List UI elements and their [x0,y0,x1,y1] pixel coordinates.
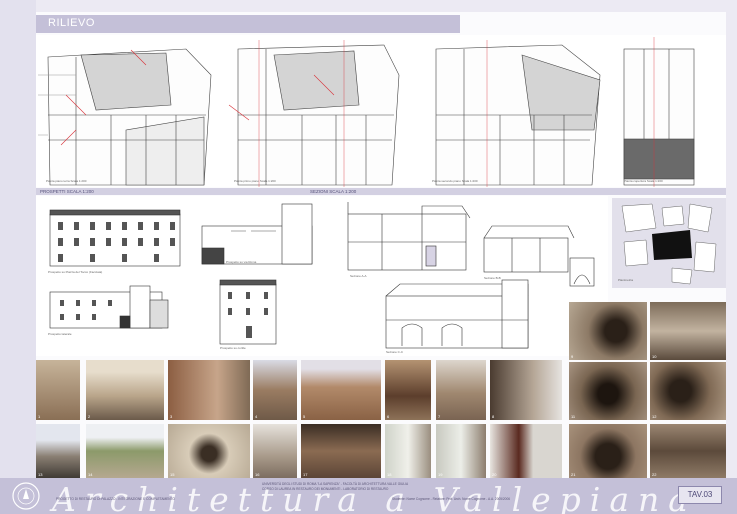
elevations-drawing [49,203,313,345]
section-caption-b: Sezione B-B [484,276,501,280]
photo-21: 21 [569,424,647,478]
plan-roof [623,37,695,187]
elevations-panel: Prospetto su Piazza del Tocco (Facciata)… [36,196,342,356]
photo-11: 11 [569,362,647,420]
photo-17: 17 [301,424,381,478]
photo-5: 5 [301,360,381,420]
photo-16: 16 [253,424,297,478]
right-margin [726,0,737,478]
bar-label-sections: SEZIONI SCALA 1:200 [310,189,357,194]
plan-first-floor [228,40,400,187]
elevation-caption-1: Prospetto su Piazza del Tocco (Facciata) [48,270,103,274]
section-header: RILIEVO [36,15,460,33]
footer-line-1: UNIVERSITÀ DEGLI STUDI DI ROMA "LA SAPIE… [262,482,409,486]
photo-13: 13 [36,424,80,478]
photo-19: 19 [436,424,486,478]
header-title: RILIEVO [48,17,95,29]
plan-caption-1: Pianta piano terra Scala 1:200 [46,179,87,183]
elevation-caption-2: Prospetto su via Roma [226,260,257,264]
elevation-courtyard [219,279,277,345]
photo-2: 2 [86,360,164,420]
photo-7: 7 [436,360,486,420]
footer-line-4: PROGETTO DI RESTAURO DI PALAZZO - INTEGR… [56,497,175,501]
photo-15: 15 [168,424,250,478]
plan-ground-floor [38,48,212,186]
photo-6: 6 [385,360,431,420]
plan-caption-3: Pianta secondo piano Scala 1:200 [432,179,478,183]
photo-3: 3 [168,360,250,420]
bar-label-elevations: PROSPETTI SCALA 1:200 [40,189,94,194]
location-map: Planimetria [612,198,726,288]
photo-12: 12 [650,362,726,420]
footer-line-2: CORSO DI LAUREA IN RESTAURO DEI MONUMENT… [262,487,389,491]
photo-8: 8 [490,360,562,420]
plan-second-floor [435,40,601,187]
photo-20: 20 [490,424,562,478]
plans-drawing [38,37,695,187]
left-margin [0,0,36,478]
drawing-board: RILIEVO Pianta piano terra Scala 1:200 P… [0,0,737,514]
elevation-caption-3: Prospetto laterale [48,332,72,336]
section-caption-c: Sezione C-C [386,350,404,354]
section-bar: PROSPETTI SCALA 1:200 SEZIONI SCALA 1:20… [36,188,726,195]
top-margin [0,0,737,12]
university-seal-icon [12,482,40,510]
section-caption-a: Sezione A-A [350,274,367,278]
section-a [347,202,471,271]
photo-4: 4 [253,360,297,420]
photo-14: 14 [86,424,164,478]
sheet-number: TAV.03 [678,486,722,504]
elevation-street [49,285,169,329]
photo-10: 10 [650,302,726,360]
footer-line-3: Studente: Nome Cognome - Relatore: Prof.… [392,497,510,501]
photo-18: 18 [385,424,431,478]
photo-9: 9 [569,302,647,360]
photo-22: 22 [650,424,726,478]
plan-caption-4: Pianta copertura Scala 1:200 [624,179,663,183]
plans-panel: Pianta piano terra Scala 1:200 Pianta pr… [36,35,726,187]
elevation-caption-4: Prospetto su cortile [220,346,246,350]
elevation-main [49,209,181,267]
location-map-drawing [621,203,717,285]
photo-1: 1 [36,360,80,420]
elevation-side [201,203,313,265]
section-c [385,279,529,349]
plan-caption-2: Pianta primo piano Scala 1:200 [234,179,276,183]
location-caption: Planimetria [618,278,634,282]
